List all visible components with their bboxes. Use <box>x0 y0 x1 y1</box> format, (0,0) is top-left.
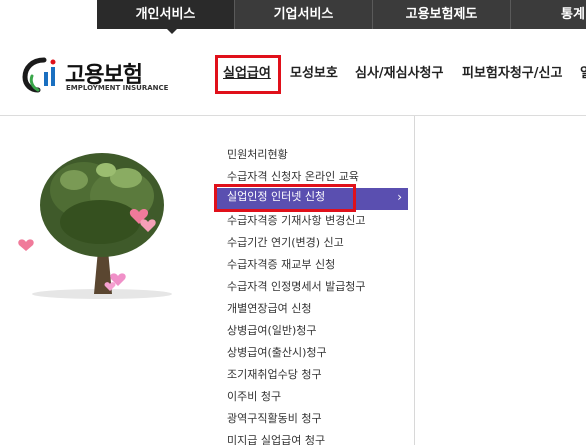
site-logo[interactable]: 고용보험 EMPLOYMENT INSURANCE <box>22 57 168 97</box>
submenu-item-sickness-general[interactable]: 상병급여(일반)청구 <box>227 322 317 344</box>
mainnav-review-appeal[interactable]: 심사/재심사청구 <box>355 65 443 83</box>
employment-insurance-logo-icon <box>22 57 56 93</box>
submenu-item-early-reemployment[interactable]: 조기재취업수당 청구 <box>227 366 322 388</box>
mainnav-more[interactable]: 일 <box>580 65 586 83</box>
topnav-business-service[interactable]: 기업서비스 <box>235 0 372 29</box>
mainnav-insured-claim[interactable]: 피보험자청구/신고 <box>462 65 562 83</box>
topnav-statistics[interactable]: 통계 <box>511 0 586 29</box>
submenu-item-complaint-status[interactable]: 민원처리현황 <box>227 146 288 168</box>
submenu-item-relocation[interactable]: 이주비 청구 <box>227 388 281 410</box>
chevron-right-icon: › <box>397 190 402 204</box>
mainnav-maternity-protection[interactable]: 모성보호 <box>290 65 338 83</box>
content-divider <box>414 116 415 445</box>
submenu-item-extended-benefit[interactable]: 개별연장급여 신청 <box>227 300 311 322</box>
submenu-item-job-search-expense[interactable]: 광역구직활동비 청구 <box>227 410 322 432</box>
logo-subtitle: EMPLOYMENT INSURANCE <box>66 84 169 92</box>
highlight-box-submenu <box>214 184 356 212</box>
tree-illustration <box>18 153 172 299</box>
submenu-item-reissue[interactable]: 수급자격증 재교부 신청 <box>227 256 335 278</box>
site-header: 고용보험 EMPLOYMENT INSURANCE 실업급여 모성보호 심사/재… <box>0 29 586 116</box>
submenu-item-change-report[interactable]: 수급자격증 기재사항 변경신고 <box>227 212 366 234</box>
topnav-insurance-system[interactable]: 고용보험제도 <box>373 0 510 29</box>
submenu-item-unpaid-benefit[interactable]: 미지급 실업급여 청구 <box>227 432 325 445</box>
topnav-personal-service[interactable]: 개인서비스 <box>97 0 234 29</box>
submenu-item-sickness-childbirth[interactable]: 상병급여(출산시)청구 <box>227 344 327 366</box>
highlight-box-mainnav <box>215 55 281 94</box>
submenu-item-period-extension[interactable]: 수급기간 연기(변경) 신고 <box>227 234 344 256</box>
submenu-item-certificate[interactable]: 수급자격 인정명세서 발급청구 <box>227 278 366 300</box>
top-navigation-bar: 개인서비스 기업서비스 고용보험제도 통계 <box>0 0 586 29</box>
